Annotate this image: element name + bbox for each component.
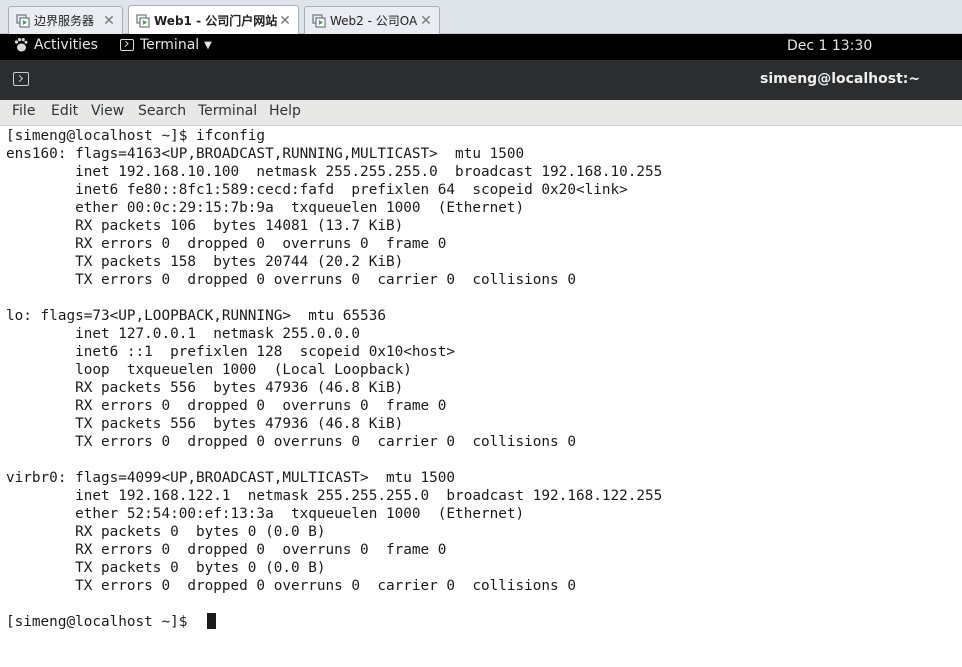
terminal-menubar: File Edit View Search Terminal Help (0, 100, 962, 126)
app-menu-label: Terminal (140, 37, 200, 53)
vm-machine-icon (312, 13, 326, 28)
vm-tab-label: 边界服务器 (34, 14, 95, 28)
terminal-line: RX packets 106 bytes 14081 (13.7 KiB) (6, 218, 404, 234)
terminal-icon[interactable] (13, 72, 29, 86)
clock[interactable]: Dec 1 13:30 (787, 38, 872, 54)
terminal-line: RX packets 0 bytes 0 (0.0 B) (6, 524, 326, 540)
vm-machine-icon (136, 13, 150, 28)
activities-label: Activities (34, 37, 98, 53)
terminal-output[interactable]: [simeng@localhost ~]$ ifconfig ens160: fl… (0, 126, 962, 667)
terminal-titlebar[interactable]: simeng@localhost:~ (0, 60, 962, 100)
gnome-top-bar: Activities Terminal ▼ Dec 1 13:30 (0, 34, 962, 60)
terminal-line: inet6 fe80::8fc1:589:cecd:fafd prefixlen… (6, 182, 628, 198)
menu-file[interactable]: File (12, 103, 35, 119)
terminal-line: TX packets 0 bytes 0 (0.0 B) (6, 560, 326, 576)
terminal-line: ether 00:0c:29:15:7b:9a txqueuelen 1000 … (6, 200, 525, 216)
terminal-line: virbr0: flags=4099<UP,BROADCAST,MULTICAS… (6, 470, 456, 486)
menu-search[interactable]: Search (138, 103, 186, 119)
terminal-line: RX errors 0 dropped 0 overruns 0 frame 0 (6, 398, 447, 414)
close-icon[interactable]: ✕ (278, 13, 292, 29)
terminal-line: inet 192.168.122.1 netmask 255.255.255.0… (6, 488, 663, 504)
terminal-line: [simeng@localhost ~]$ ifconfig (6, 128, 266, 144)
terminal-line: inet6 ::1 prefixlen 128 scopeid 0x10<hos… (6, 344, 456, 360)
terminal-icon (120, 39, 134, 51)
terminal-line: loop txqueuelen 1000 (Local Loopback) (6, 362, 412, 378)
terminal-line: lo: flags=73<UP,LOOPBACK,RUNNING> mtu 65… (6, 308, 386, 324)
text-cursor (207, 613, 216, 629)
terminal-line: RX errors 0 dropped 0 overruns 0 frame 0 (6, 236, 447, 252)
window-title: simeng@localhost:~ (760, 71, 921, 87)
terminal-line: TX errors 0 dropped 0 overruns 0 carrier… (6, 434, 576, 450)
terminal-line: TX packets 556 bytes 47936 (46.8 KiB) (6, 416, 404, 432)
vm-tab-label: Web2 - 公司OA (330, 14, 418, 28)
chevron-down-icon: ▼ (204, 39, 212, 51)
vm-tab-label: Web1 - 公司门户网站 (154, 14, 278, 28)
terminal-line: inet 127.0.0.1 netmask 255.0.0.0 (6, 326, 361, 342)
terminal-line: TX errors 0 dropped 0 overruns 0 carrier… (6, 272, 576, 288)
close-icon[interactable]: ✕ (102, 13, 116, 29)
terminal-line: [simeng@localhost ~]$ (6, 614, 196, 630)
activities-button[interactable]: Activities (14, 37, 98, 53)
close-icon[interactable]: ✕ (419, 13, 433, 29)
app-menu-terminal[interactable]: Terminal ▼ (120, 37, 212, 53)
terminal-line: TX errors 0 dropped 0 overruns 0 carrier… (6, 578, 576, 594)
terminal-line: inet 192.168.10.100 netmask 255.255.255.… (6, 164, 663, 180)
menu-terminal[interactable]: Terminal (198, 103, 257, 119)
terminal-line: ens160: flags=4163<UP,BROADCAST,RUNNING,… (6, 146, 525, 162)
gnome-foot-icon (14, 38, 28, 52)
terminal-line: TX packets 158 bytes 20744 (20.2 KiB) (6, 254, 404, 270)
menu-edit[interactable]: Edit (51, 103, 78, 119)
vm-tab-strip: 边界服务器 ✕ Web1 - 公司门户网站 ✕ Web2 - 公司OA ✕ (0, 0, 962, 35)
vm-tab-web2[interactable]: Web2 - 公司OA ✕ (304, 6, 440, 34)
menu-view[interactable]: View (91, 103, 124, 119)
terminal-line: ether 52:54:00:ef:13:3a txqueuelen 1000 … (6, 506, 525, 522)
vm-tab-border-server[interactable]: 边界服务器 ✕ (8, 6, 123, 34)
terminal-line: RX packets 556 bytes 47936 (46.8 KiB) (6, 380, 404, 396)
menu-help[interactable]: Help (269, 103, 301, 119)
vm-tab-web1[interactable]: Web1 - 公司门户网站 ✕ (128, 5, 299, 35)
vm-machine-icon (16, 13, 30, 28)
terminal-line: RX errors 0 dropped 0 overruns 0 frame 0 (6, 542, 447, 558)
